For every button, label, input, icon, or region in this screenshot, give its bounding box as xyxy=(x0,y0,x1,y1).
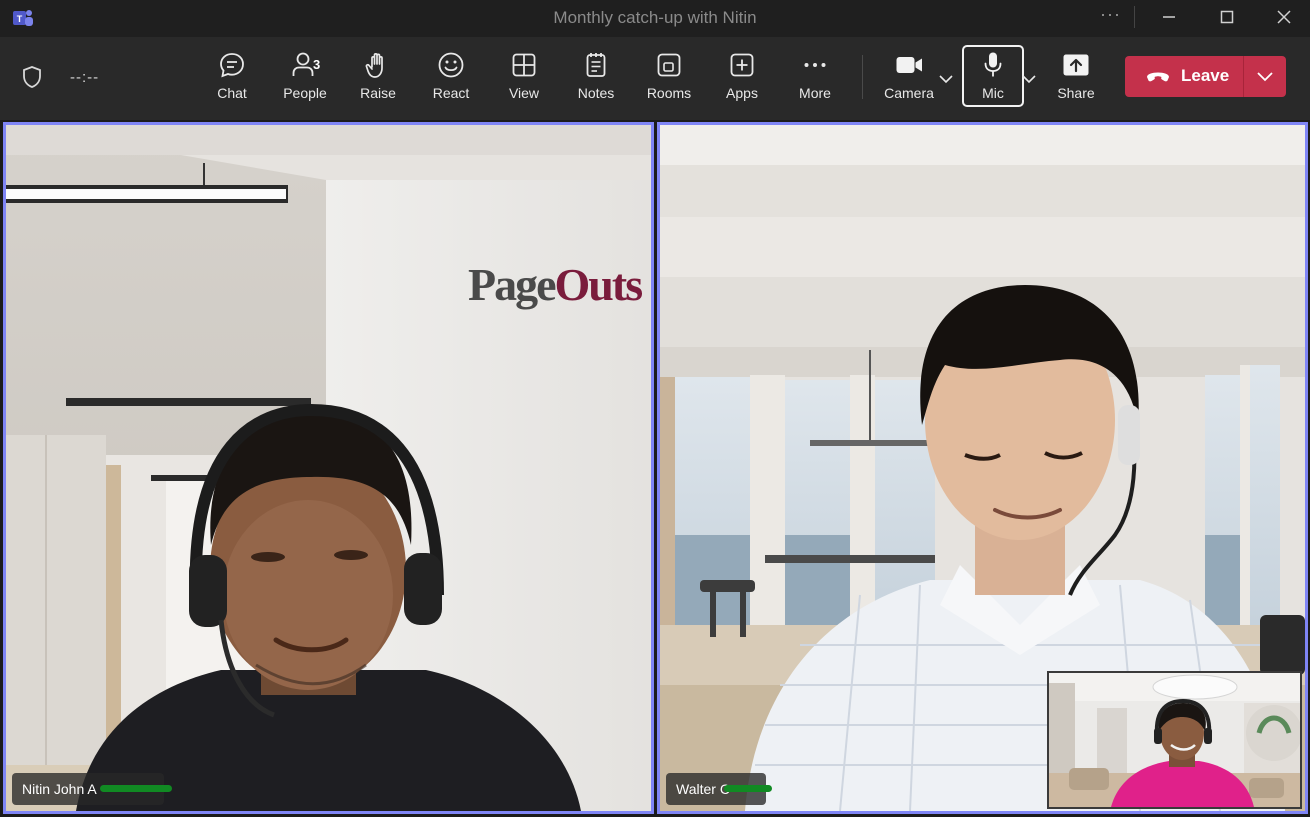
close-window-button[interactable] xyxy=(1269,5,1299,29)
notes-label: Notes xyxy=(577,85,615,101)
mic-options-button[interactable] xyxy=(1021,72,1037,84)
people-count-badge: 3 xyxy=(313,57,321,72)
react-button[interactable]: React xyxy=(419,50,483,108)
people-label: People xyxy=(283,85,327,101)
close-icon xyxy=(1277,10,1291,24)
chevron-down-icon xyxy=(1257,72,1273,82)
react-label: React xyxy=(432,85,470,101)
name-redaction-mark xyxy=(100,785,172,792)
raise-hand-icon xyxy=(365,53,383,78)
camera-button[interactable]: Camera xyxy=(877,50,941,108)
minimize-icon xyxy=(1163,16,1175,18)
leave-button-group: Leave xyxy=(1125,56,1286,97)
title-more-button[interactable]: ··· xyxy=(1100,4,1121,25)
raise-label: Raise xyxy=(360,85,396,101)
name-redaction-mark xyxy=(724,785,772,792)
more-label: More xyxy=(799,85,831,101)
notes-button[interactable]: Notes xyxy=(564,50,628,108)
participant-name-tag: Nitin John A xyxy=(12,773,172,805)
video-stage: PageOuts Nitin John A Walter C xyxy=(0,120,1310,817)
view-icon xyxy=(512,53,536,77)
camera-options-button[interactable] xyxy=(938,72,954,84)
mic-button[interactable]: Mic xyxy=(961,50,1025,108)
leave-label: Leave xyxy=(1181,66,1230,85)
mic-label: Mic xyxy=(982,85,1004,101)
wall-sign-text: PageOuts xyxy=(468,259,642,310)
participant-video-nitin: PageOuts xyxy=(6,125,651,811)
leave-button[interactable]: Leave xyxy=(1125,56,1243,97)
participant-name-tag: Walter C xyxy=(666,773,772,805)
title-bar: T Monthly catch-up with Nitin ··· xyxy=(0,0,1310,37)
camera-label: Camera xyxy=(884,85,934,101)
meeting-timer: --:-- xyxy=(70,69,100,86)
share-button[interactable]: Share xyxy=(1044,50,1108,108)
leave-options-button[interactable] xyxy=(1244,56,1286,97)
more-button[interactable]: More xyxy=(783,50,847,108)
chat-label: Chat xyxy=(217,85,247,101)
chevron-down-icon xyxy=(1022,75,1036,84)
rooms-label: Rooms xyxy=(646,85,692,101)
chevron-down-icon xyxy=(939,75,953,84)
toolbar-divider xyxy=(862,55,863,99)
view-button[interactable]: View xyxy=(492,50,556,108)
more-icon xyxy=(804,63,826,67)
maximize-icon xyxy=(1220,10,1234,24)
self-view-video[interactable] xyxy=(1047,671,1302,809)
camera-icon xyxy=(896,57,922,73)
people-button[interactable]: 3 People xyxy=(273,50,337,108)
participant-tile-nitin[interactable]: PageOuts Nitin John A xyxy=(3,122,654,814)
apps-button[interactable]: Apps xyxy=(710,50,774,108)
participant-name: Nitin John A xyxy=(22,781,97,797)
rooms-button[interactable]: Rooms xyxy=(637,50,701,108)
share-icon xyxy=(1063,54,1089,76)
apps-label: Apps xyxy=(726,85,758,101)
mic-icon xyxy=(984,52,1002,77)
shield-icon xyxy=(21,65,43,94)
apps-icon xyxy=(730,53,754,77)
raise-hand-button[interactable]: Raise xyxy=(346,50,410,108)
self-view-feed xyxy=(1049,673,1300,807)
maximize-button[interactable] xyxy=(1212,5,1242,29)
react-icon xyxy=(438,52,464,78)
participant-name: Walter C xyxy=(676,781,730,797)
share-label: Share xyxy=(1057,85,1095,101)
meeting-toolbar: --:-- Chat 3 People Raise React View Not… xyxy=(0,37,1310,120)
phone-hangup-icon xyxy=(1147,72,1169,82)
minimize-button[interactable] xyxy=(1154,5,1184,29)
notes-icon xyxy=(586,53,606,77)
chat-button[interactable]: Chat xyxy=(200,50,264,108)
view-label: View xyxy=(508,85,540,101)
title-divider xyxy=(1134,6,1135,28)
rooms-icon xyxy=(657,53,681,77)
chat-icon xyxy=(220,53,244,78)
